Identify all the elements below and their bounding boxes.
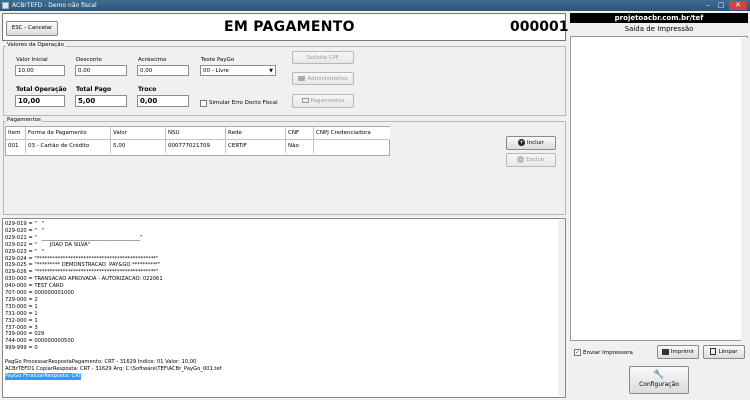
enviar-impressora-checkbox[interactable]: ✓	[574, 349, 581, 356]
print-output-area[interactable]	[570, 36, 748, 341]
incluir-label: Incluir	[527, 140, 544, 146]
pagamentos-btn-label: Pagamentos	[310, 98, 345, 104]
print-output-title: Saída de Impressão	[624, 25, 694, 33]
teste-paygo-value: 00 - Livre	[203, 68, 229, 74]
total-pago-label: Total Pago	[76, 86, 112, 93]
total-operacao-value: 10,00	[15, 95, 65, 107]
cell-rede: CERTIF	[226, 140, 286, 153]
total-pago-value: 5,00	[75, 95, 127, 107]
maximize-button[interactable]: □	[715, 1, 727, 10]
window-titlebar: ACBrTEFD - Demo não fiscal – □ ✕	[0, 0, 750, 11]
desconto-label: Desconto	[76, 57, 102, 63]
teste-paygo-select[interactable]: 00 - Livre ▼	[200, 65, 276, 76]
clear-icon	[710, 348, 717, 355]
administrativo-label: Administrativo	[307, 76, 348, 82]
valor-inicial-input[interactable]: 10,00	[15, 65, 65, 76]
cell-nsu: 000777021709	[166, 140, 226, 153]
imprimir-label: Imprimir	[670, 349, 695, 355]
briefcase-icon	[298, 76, 306, 81]
plus-circle-icon: +	[518, 139, 526, 146]
log-line: 999-999 = 0	[5, 345, 38, 352]
cell-cnpj	[314, 140, 390, 153]
enviar-impressora-label: Enviar Impressora	[583, 350, 633, 356]
window-title: ACBrTEFD - Demo não fiscal	[12, 2, 97, 9]
close-button[interactable]: ✕	[729, 1, 747, 10]
site-url: projetoacbr.com.br/tef	[570, 13, 748, 23]
configuracao-label: Configuração	[639, 381, 679, 388]
limpar-button[interactable]: Limpar	[703, 345, 745, 359]
simular-erro-checkbox[interactable]	[200, 100, 207, 107]
cell-item: 001	[6, 140, 26, 153]
status-title: EM PAGAMENTO	[224, 19, 355, 35]
app-icon	[2, 2, 9, 9]
column-header-cnpj[interactable]: CNPJ Credenciadora	[314, 127, 390, 140]
limpar-label: Limpar	[718, 349, 738, 355]
desconto-input[interactable]: 0,00	[75, 65, 127, 76]
teste-paygo-label: Teste PayGo	[201, 57, 235, 63]
pagamentos-label: Pagamentos	[6, 117, 42, 123]
column-header-valor[interactable]: Valor	[111, 127, 166, 140]
cell-cnf: Não	[286, 140, 314, 153]
troco-label: Troco	[138, 86, 157, 93]
acrescimo-input[interactable]: 0,00	[137, 65, 189, 76]
excluir-label: Excluir	[526, 157, 545, 163]
simular-erro-label: Simular Erro Docto Fiscal	[209, 100, 278, 106]
cell-valor: 5,00	[111, 140, 166, 153]
log-scrollbar[interactable]	[558, 220, 565, 396]
column-header-rede[interactable]: Rede	[226, 127, 286, 140]
wrench-icon: 🔧	[653, 370, 665, 380]
print-scrollbar[interactable]	[741, 38, 748, 341]
printer-icon	[661, 348, 669, 355]
total-operacao-label: Total Operação	[16, 86, 67, 93]
incluir-button[interactable]: + Incluir	[506, 136, 556, 150]
column-header-nsu[interactable]: NSU	[166, 127, 226, 140]
solicita-cpf-button[interactable]: Solicita CPF	[292, 51, 354, 64]
pagamentos-button[interactable]: Pagamentos	[292, 94, 354, 108]
payments-table[interactable]: Item Forma de Pagamento Valor NSU Rede C…	[5, 126, 390, 156]
log-lines: 029-019 = " " 029-020 = " " 029-021 = " __…	[2, 220, 562, 396]
imprimir-button[interactable]: Imprimir	[657, 345, 699, 359]
administrativo-button[interactable]: Administrativo	[292, 72, 354, 85]
column-header-forma[interactable]: Forma de Pagamento	[26, 127, 111, 140]
column-header-cnf[interactable]: CNF	[286, 127, 314, 140]
cancel-button[interactable]: ESC - Cancelar	[6, 21, 58, 36]
minimize-button[interactable]: –	[702, 1, 714, 10]
acrescimo-label: Acréscimo	[138, 57, 167, 63]
minus-circle-icon: –	[517, 156, 525, 163]
card-icon	[301, 98, 309, 103]
operation-values-label: Valores da Operação	[6, 42, 65, 48]
cell-forma: 03 - Cartão de Crédito	[26, 140, 111, 153]
operation-counter: 000001	[510, 19, 569, 35]
excluir-button[interactable]: – Excluir	[506, 153, 556, 167]
troco-value: 0,00	[137, 95, 189, 107]
configuracao-button[interactable]: 🔧 Configuração	[629, 366, 689, 394]
log-line: PayGo FinalizarResposta: CRT	[5, 372, 82, 380]
chevron-down-icon: ▼	[269, 68, 273, 74]
valor-inicial-label: Valor Inicial	[16, 57, 48, 63]
column-header-item[interactable]: Item	[6, 127, 26, 140]
